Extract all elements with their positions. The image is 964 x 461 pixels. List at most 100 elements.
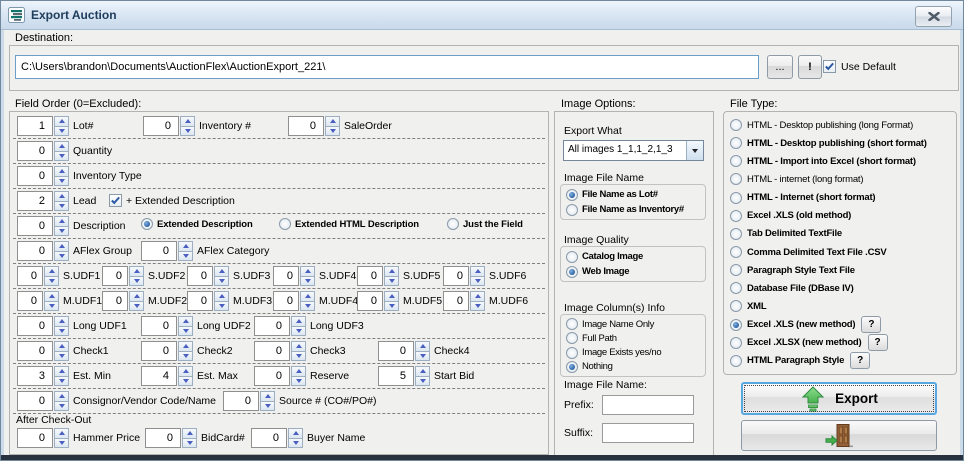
spinner-down-icon[interactable] — [325, 126, 340, 137]
spinner-down-icon[interactable] — [415, 376, 430, 387]
spinner-value[interactable]: 0 — [17, 341, 53, 361]
number-spinner[interactable]: 0 — [357, 266, 399, 286]
number-spinner[interactable]: 0 — [141, 241, 193, 261]
number-spinner[interactable]: 0 — [17, 216, 69, 236]
close-button[interactable] — [915, 6, 952, 27]
file-type-option[interactable]: Comma Delimited Text File .CSV — [724, 243, 956, 261]
number-spinner[interactable]: 0 — [17, 266, 59, 286]
spinner-up-icon[interactable] — [300, 266, 315, 276]
spinner-value[interactable]: 0 — [254, 341, 290, 361]
spinner-value[interactable]: 0 — [17, 241, 53, 261]
spinner-up-icon[interactable] — [54, 141, 69, 151]
export-what-combobox[interactable]: All images 1_1,1_2,1_3 — [563, 140, 704, 161]
radio-option[interactable]: Full Path — [566, 332, 705, 344]
spinner-down-icon[interactable] — [470, 301, 485, 312]
spinner-down-icon[interactable] — [54, 326, 69, 337]
number-spinner[interactable]: 0 — [288, 116, 340, 136]
number-spinner[interactable]: 0 — [102, 291, 144, 311]
spinner-down-icon[interactable] — [291, 326, 306, 337]
number-spinner[interactable]: 0 — [17, 391, 69, 411]
extended-description-checkbox[interactable]: + Extended Description — [109, 194, 235, 207]
destination-path-input[interactable] — [15, 55, 759, 79]
file-type-option[interactable]: HTML - Desktop publishing (long Format) — [724, 116, 956, 134]
radio-option[interactable]: File Name as Inventory# — [566, 204, 705, 216]
spinner-up-icon[interactable] — [44, 291, 59, 301]
use-default-checkbox[interactable]: Use Default — [823, 60, 896, 73]
spinner-up-icon[interactable] — [178, 366, 193, 376]
spinner-down-icon[interactable] — [300, 276, 315, 287]
spinner-down-icon[interactable] — [129, 301, 144, 312]
spinner-value[interactable]: 0 — [141, 241, 177, 261]
spinner-value[interactable]: 0 — [145, 428, 181, 448]
spinner-value[interactable]: 0 — [141, 316, 177, 336]
file-type-option[interactable]: Paragraph Style Text File — [724, 261, 956, 279]
spinner-up-icon[interactable] — [182, 428, 197, 438]
spinner-up-icon[interactable] — [180, 116, 195, 126]
spinner-down-icon[interactable] — [180, 126, 195, 137]
spinner-up-icon[interactable] — [178, 316, 193, 326]
spinner-down-icon[interactable] — [54, 151, 69, 162]
spinner-up-icon[interactable] — [384, 291, 399, 301]
number-spinner[interactable]: 2 — [17, 191, 69, 211]
spinner-up-icon[interactable] — [415, 366, 430, 376]
spinner-down-icon[interactable] — [54, 351, 69, 362]
radio-option[interactable]: Just the Field — [447, 218, 523, 230]
spinner-up-icon[interactable] — [54, 428, 69, 438]
number-spinner[interactable]: 0 — [143, 116, 195, 136]
spinner-down-icon[interactable] — [291, 351, 306, 362]
spinner-up-icon[interactable] — [54, 341, 69, 351]
radio-option[interactable]: Nothing — [566, 361, 705, 373]
number-spinner[interactable]: 0 — [443, 291, 485, 311]
spinner-up-icon[interactable] — [214, 291, 229, 301]
file-type-option[interactable]: HTML - internet (long format) — [724, 170, 956, 188]
spinner-up-icon[interactable] — [288, 428, 303, 438]
number-spinner[interactable]: 0 — [223, 391, 275, 411]
spinner-down-icon[interactable] — [178, 326, 193, 337]
spinner-value[interactable]: 0 — [357, 291, 383, 311]
spinner-up-icon[interactable] — [54, 216, 69, 226]
spinner-up-icon[interactable] — [44, 266, 59, 276]
spinner-value[interactable]: 0 — [17, 266, 43, 286]
spinner-up-icon[interactable] — [54, 366, 69, 376]
spinner-value[interactable]: 0 — [223, 391, 259, 411]
spinner-up-icon[interactable] — [129, 266, 144, 276]
spinner-down-icon[interactable] — [54, 401, 69, 412]
spinner-down-icon[interactable] — [54, 251, 69, 262]
spinner-value[interactable]: 0 — [17, 316, 53, 336]
spinner-value[interactable]: 0 — [102, 266, 128, 286]
spinner-value[interactable]: 0 — [378, 341, 414, 361]
spinner-up-icon[interactable] — [291, 316, 306, 326]
spinner-value[interactable]: 0 — [143, 116, 179, 136]
number-spinner[interactable]: 5 — [378, 366, 430, 386]
alert-button[interactable]: ! — [798, 55, 822, 79]
spinner-up-icon[interactable] — [384, 266, 399, 276]
spinner-up-icon[interactable] — [54, 116, 69, 126]
spinner-down-icon[interactable] — [129, 276, 144, 287]
spinner-up-icon[interactable] — [260, 391, 275, 401]
spinner-up-icon[interactable] — [129, 291, 144, 301]
number-spinner[interactable]: 1 — [17, 116, 69, 136]
export-button[interactable]: Export — [741, 382, 937, 415]
spinner-value[interactable]: 0 — [187, 266, 213, 286]
number-spinner[interactable]: 0 — [145, 428, 197, 448]
spinner-down-icon[interactable] — [214, 301, 229, 312]
spinner-value[interactable]: 0 — [254, 366, 290, 386]
spinner-up-icon[interactable] — [415, 341, 430, 351]
spinner-value[interactable]: 0 — [17, 428, 53, 448]
help-button[interactable]: ? — [861, 316, 881, 333]
spinner-value[interactable]: 0 — [443, 291, 469, 311]
spinner-value[interactable]: 0 — [102, 291, 128, 311]
spinner-value[interactable]: 0 — [288, 116, 324, 136]
spinner-up-icon[interactable] — [178, 241, 193, 251]
number-spinner[interactable]: 0 — [17, 316, 69, 336]
file-type-option[interactable]: Excel .XLS (new method)? — [724, 316, 956, 334]
spinner-down-icon[interactable] — [214, 276, 229, 287]
spinner-up-icon[interactable] — [470, 291, 485, 301]
number-spinner[interactable]: 0 — [141, 316, 193, 336]
radio-option[interactable]: Catalog Image — [566, 251, 705, 263]
number-spinner[interactable]: 0 — [378, 341, 430, 361]
spinner-value[interactable]: 0 — [141, 341, 177, 361]
spinner-value[interactable]: 0 — [254, 316, 290, 336]
spinner-value[interactable]: 0 — [443, 266, 469, 286]
number-spinner[interactable]: 0 — [443, 266, 485, 286]
